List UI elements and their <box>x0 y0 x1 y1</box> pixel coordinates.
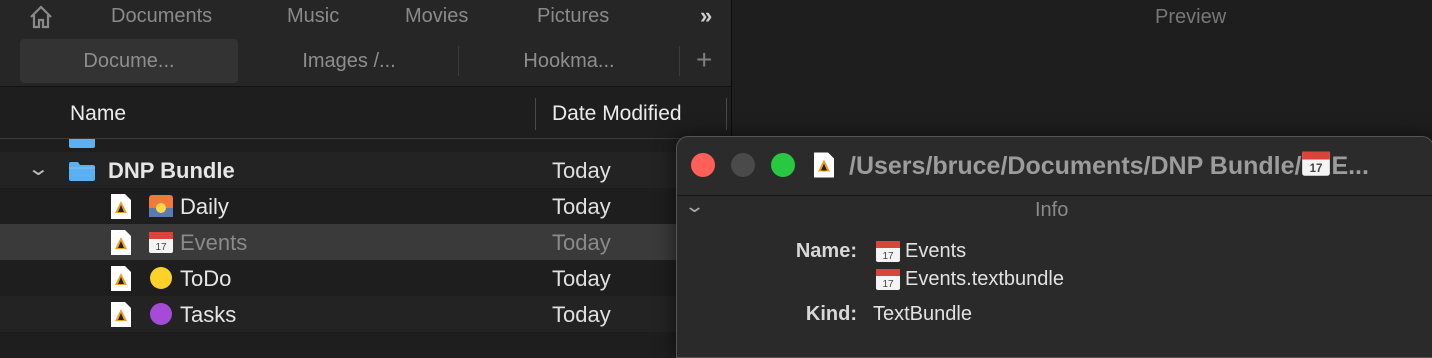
name-value[interactable]: Events <box>905 240 966 263</box>
tab-images[interactable]: Images /... <box>240 39 458 83</box>
list-item-dnp-bundle[interactable]: ⌄ DNP Bundle Today <box>0 152 731 188</box>
item-name: Events <box>180 230 248 255</box>
preview-title: Preview <box>1155 6 1227 28</box>
item-date: Today <box>552 230 611 255</box>
item-name: DNP Bundle <box>108 158 235 183</box>
svg-text:17: 17 <box>882 279 894 290</box>
tab-hookmark[interactable]: Hookma... <box>460 39 678 83</box>
document-icon <box>111 230 131 255</box>
folder-icon <box>69 139 95 148</box>
svg-text:17: 17 <box>882 251 894 262</box>
file-browser-pane: Documents Music Movies Pictures » Docume… <box>0 0 732 336</box>
svg-text:17: 17 <box>1310 163 1323 175</box>
sunrise-icon <box>149 195 173 217</box>
kind-label: Kind: <box>805 303 857 325</box>
document-icon <box>111 302 131 327</box>
document-icon <box>111 266 131 291</box>
calendar-icon: 17 <box>876 269 900 290</box>
column-name-header[interactable]: Name <box>70 102 126 126</box>
list-item-events[interactable]: 17 Events Today <box>0 224 731 260</box>
item-name: ToDo <box>180 266 232 291</box>
disclosure-chevron-icon[interactable]: ⌄ <box>27 156 50 181</box>
section-title: Info <box>1035 199 1069 221</box>
list-item-daily[interactable]: Daily Today <box>0 188 731 224</box>
list-item-tasks[interactable]: Tasks Today <box>0 296 731 332</box>
favorite-music[interactable]: Music <box>287 5 339 28</box>
tab-bar: Docume... Images /... Hookma... + <box>0 36 731 87</box>
favorite-documents[interactable]: Documents <box>111 5 212 28</box>
favorite-pictures[interactable]: Pictures <box>537 5 609 28</box>
favorites-bar: Documents Music Movies Pictures » <box>0 0 731 37</box>
tab-divider <box>458 46 459 76</box>
column-header: Name Date Modified <box>0 88 731 139</box>
column-date-header[interactable]: Date Modified <box>552 102 682 126</box>
calendar-icon: 17 <box>876 241 900 262</box>
document-icon <box>814 152 834 178</box>
folder-icon <box>69 162 95 181</box>
item-date: Today <box>552 302 611 327</box>
svg-text:17: 17 <box>155 242 167 253</box>
tab-divider <box>679 46 680 76</box>
favorite-movies[interactable]: Movies <box>405 5 468 28</box>
item-date: Today <box>552 266 611 291</box>
item-date: Today <box>552 158 611 183</box>
name-label: Name: <box>795 240 857 262</box>
info-window-titlebar[interactable]: /Users/bruce/Documents/DNP Bundle/17 E... <box>677 137 1432 196</box>
column-divider[interactable] <box>535 98 536 130</box>
more-chevron-icon[interactable]: » <box>700 3 712 29</box>
window-title: /Users/bruce/Documents/DNP Bundle/17 E... <box>849 149 1369 181</box>
item-name: Tasks <box>180 302 237 327</box>
list-item-clipped[interactable] <box>0 139 731 151</box>
filename-value[interactable]: Events.textbundle <box>905 268 1064 291</box>
tab-documents[interactable]: Docume... <box>20 39 238 83</box>
document-icon <box>111 194 131 219</box>
list-item-todo[interactable]: ToDo Today <box>0 260 731 296</box>
yellow-circle-icon <box>150 267 172 289</box>
purple-circle-icon <box>150 303 172 325</box>
info-window: /Users/bruce/Documents/DNP Bundle/17 E...… <box>676 136 1432 358</box>
close-button[interactable] <box>691 153 715 177</box>
column-divider[interactable] <box>726 98 727 130</box>
home-icon[interactable] <box>28 4 54 30</box>
info-section-header[interactable]: ⌄ Info <box>677 196 1432 226</box>
kind-value: TextBundle <box>873 303 972 325</box>
calendar-icon: 17 <box>1302 151 1331 176</box>
item-name: Daily <box>180 194 229 219</box>
add-tab-button[interactable]: + <box>696 44 712 76</box>
item-date: Today <box>552 194 611 219</box>
minimize-button[interactable] <box>731 153 755 177</box>
calendar-icon: 17 <box>149 232 173 253</box>
zoom-button[interactable] <box>771 153 795 177</box>
disclosure-chevron-icon[interactable]: ⌄ <box>684 196 705 217</box>
